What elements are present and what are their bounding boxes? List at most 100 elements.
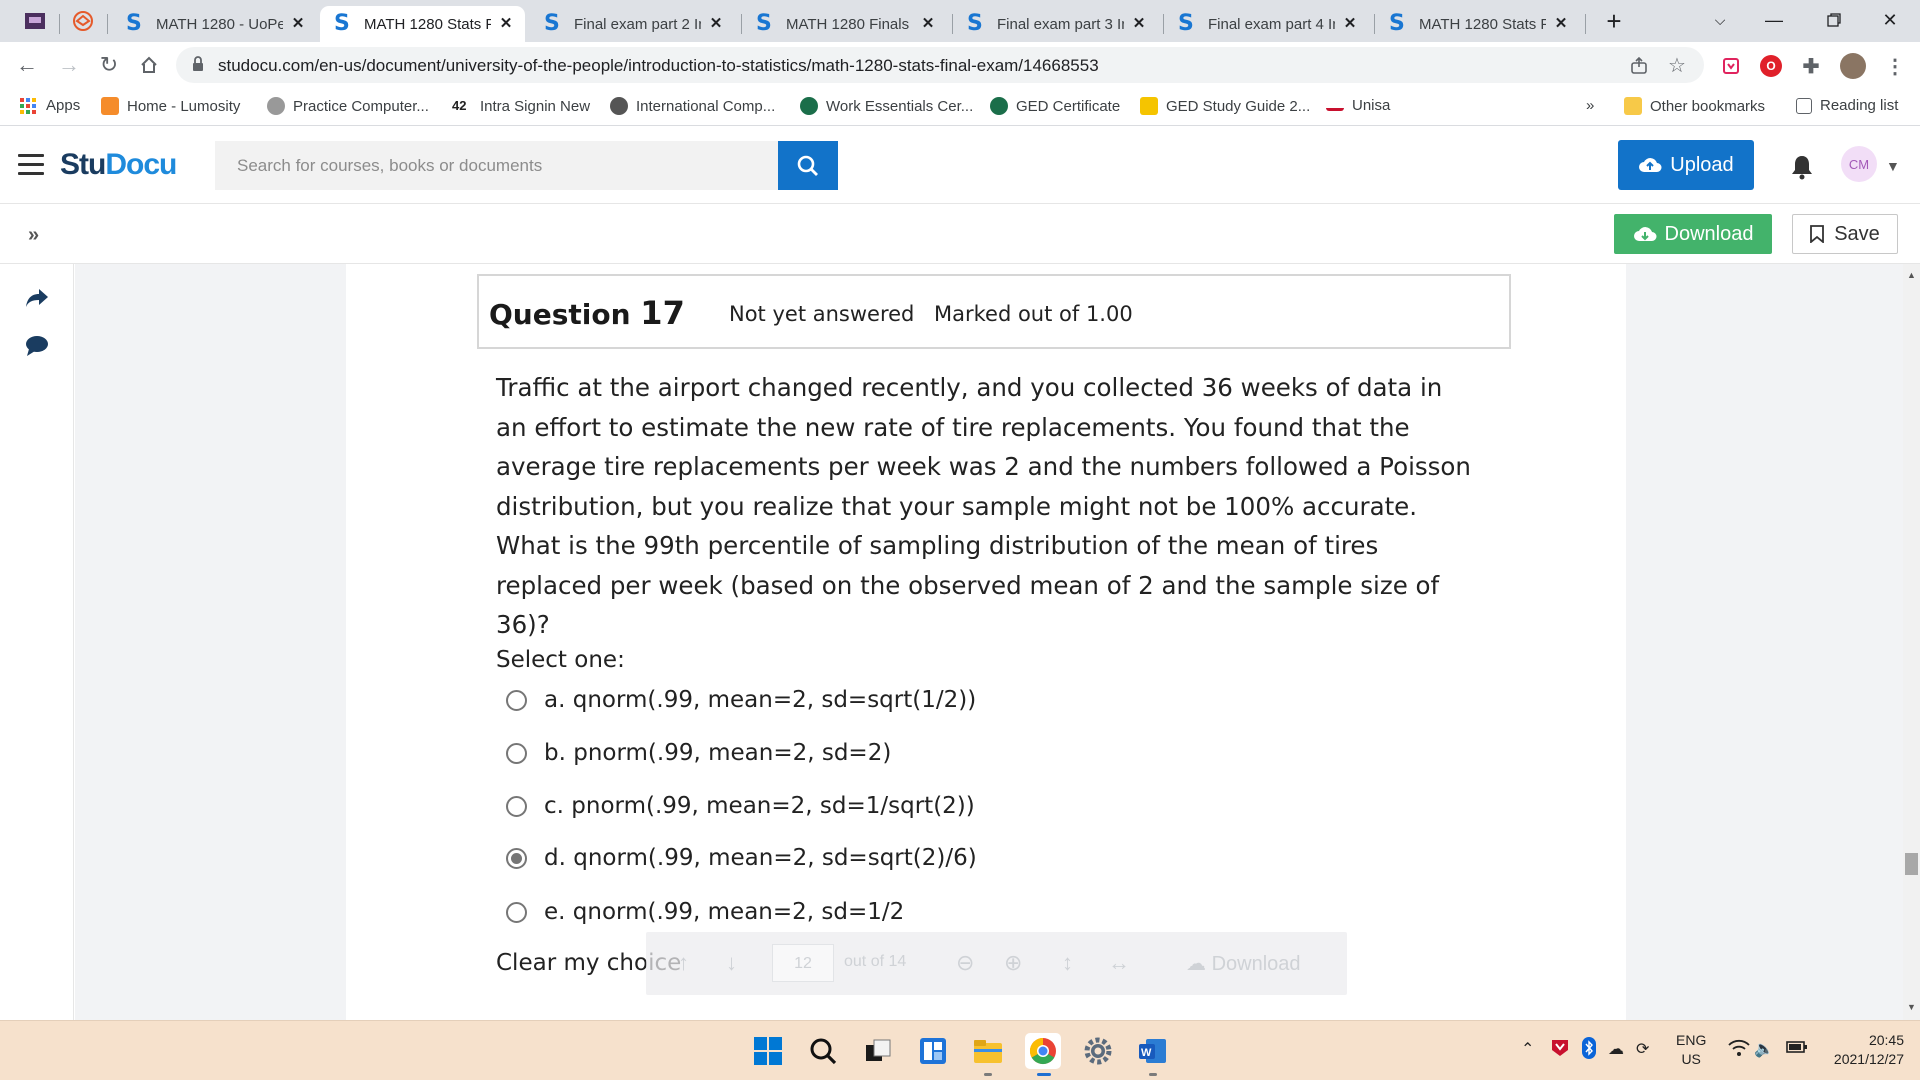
fit-width-icon[interactable]: ↔ <box>1108 950 1130 976</box>
vertical-scrollbar[interactable]: ▲ ▼ <box>1903 264 1920 1020</box>
forward-arrow-icon[interactable]: → <box>54 50 84 80</box>
download-button[interactable]: Download <box>1614 214 1772 254</box>
bookmark-international-comp[interactable]: International Comp... <box>610 97 775 115</box>
new-tab-plus-icon[interactable]: + <box>1600 8 1628 36</box>
chrome-icon[interactable] <box>1025 1033 1061 1069</box>
tab-math-1280-finals[interactable]: S MATH 1280 Finals E ✕ <box>742 6 947 42</box>
bookmarks-overflow-chevron[interactable]: » <box>1586 97 1594 114</box>
bookmark-ged-certificate[interactable]: GED Certificate <box>990 97 1120 115</box>
sync-icon[interactable]: ⟳ <box>1636 1039 1649 1059</box>
tab-final-exam-part-3[interactable]: S Final exam part 3 In ✕ <box>953 6 1158 42</box>
bookmark-intra-signin[interactable]: 42 Intra Signin New <box>452 97 590 115</box>
tab-close-icon[interactable]: ✕ <box>707 15 725 33</box>
address-bar[interactable]: studocu.com/en-us/document/university-of… <box>176 47 1704 83</box>
input-language[interactable]: ENG US <box>1676 1031 1706 1069</box>
chevron-down-icon[interactable]: ▼ <box>1886 158 1900 174</box>
wifi-icon[interactable] <box>1728 1039 1750 1062</box>
tab-final-exam-part-4[interactable]: S Final exam part 4 In ✕ <box>1164 6 1369 42</box>
search-button[interactable] <box>778 141 838 190</box>
tab-math-1280-uope[interactable]: S MATH 1280 - UoPe ✕ <box>112 6 317 42</box>
home-icon[interactable] <box>134 50 164 80</box>
tab-final-exam-part-2[interactable]: S Final exam part 2 In ✕ <box>530 6 735 42</box>
battery-icon[interactable] <box>1786 1039 1808 1060</box>
bluetooth-icon[interactable] <box>1582 1037 1596 1064</box>
restore-icon[interactable] <box>1814 6 1854 34</box>
zoom-in-icon[interactable]: ⊕ <box>1004 950 1022 976</box>
tab-close-icon[interactable]: ✕ <box>1341 15 1359 33</box>
bookmark-practice-computer[interactable]: Practice Computer... <box>267 97 429 115</box>
pinned-tab-uopeople[interactable] <box>69 8 97 34</box>
tab-close-icon[interactable]: ✕ <box>289 15 307 33</box>
page-up-arrow-icon[interactable]: ↑ <box>678 950 689 976</box>
comment-icon[interactable] <box>24 334 50 358</box>
pinned-tab-app[interactable] <box>21 8 49 34</box>
other-bookmarks[interactable]: Other bookmarks <box>1624 97 1765 115</box>
extensions-puzzle-icon[interactable]: ✚ <box>1800 55 1822 78</box>
notification-bell-icon[interactable] <box>1790 154 1814 180</box>
page-number-input[interactable]: 12 <box>772 944 834 982</box>
bookmark-lumosity[interactable]: Home - Lumosity <box>101 97 240 115</box>
tab-close-icon[interactable]: ✕ <box>919 15 937 33</box>
studocu-logo[interactable]: StuDocu <box>60 148 177 182</box>
tray-overflow-chevron-icon[interactable]: ⌃ <box>1521 1039 1534 1059</box>
tab-close-icon[interactable]: ✕ <box>1130 15 1148 33</box>
upload-button[interactable]: Upload <box>1618 140 1754 190</box>
save-button[interactable]: Save <box>1792 214 1898 254</box>
bookmark-star-icon[interactable]: ☆ <box>1664 53 1690 79</box>
bookmark-ged-study-guide[interactable]: GED Study Guide 2... <box>1140 97 1310 115</box>
hamburger-menu-icon[interactable] <box>18 154 44 175</box>
onedrive-cloud-icon[interactable]: ☁ <box>1608 1039 1624 1059</box>
answer-option-a[interactable]: a. qnorm(.99, mean=2, sd=sqrt(1/2)) <box>506 687 976 713</box>
mcafee-icon[interactable] <box>1550 1038 1570 1063</box>
radio-button[interactable] <box>506 901 527 923</box>
tab-close-icon[interactable]: ✕ <box>497 15 515 33</box>
share-arrow-icon[interactable] <box>24 286 50 310</box>
viewer-download-button[interactable]: ☁ Download <box>1186 951 1301 976</box>
answer-option-e[interactable]: e. qnorm(.99, mean=2, sd=1/2 <box>506 899 904 925</box>
tab-title: MATH 1280 Finals E <box>786 15 913 33</box>
word-icon[interactable]: W <box>1135 1033 1171 1069</box>
radio-button[interactable] <box>506 742 527 764</box>
reading-list[interactable]: Reading list <box>1796 97 1898 114</box>
windows-start-icon[interactable] <box>750 1033 786 1069</box>
radio-button-selected[interactable] <box>506 847 527 869</box>
search-input[interactable] <box>215 141 778 190</box>
extension-shield-icon[interactable] <box>1720 55 1742 77</box>
tab-search-chevron-icon[interactable]: ⌵ <box>1700 6 1740 34</box>
scroll-up-arrow-icon[interactable]: ▲ <box>1907 270 1916 280</box>
minimize-icon[interactable]: — <box>1754 6 1794 34</box>
bookmark-work-essentials[interactable]: Work Essentials Cer... <box>800 97 973 115</box>
profile-avatar-icon[interactable] <box>1840 53 1866 79</box>
reload-icon[interactable]: ↻ <box>94 50 124 80</box>
expand-sidebar-icon[interactable]: » <box>28 224 39 247</box>
task-view-icon[interactable] <box>860 1033 896 1069</box>
file-explorer-icon[interactable] <box>970 1033 1006 1069</box>
settings-gear-icon[interactable] <box>1080 1033 1116 1069</box>
taskbar-search-icon[interactable] <box>805 1033 841 1069</box>
answer-option-b[interactable]: b. pnorm(.99, mean=2, sd=2) <box>506 740 891 766</box>
scroll-down-arrow-icon[interactable]: ▼ <box>1907 1002 1916 1012</box>
volume-icon[interactable]: 🔈 <box>1754 1039 1774 1059</box>
bookmark-unisa[interactable]: Unisa <box>1326 97 1390 114</box>
opera-extension-icon[interactable]: O <box>1760 55 1782 77</box>
menu-kebab-icon[interactable]: ⋮ <box>1884 55 1906 78</box>
taskbar-clock[interactable]: 20:45 2021/12/27 <box>1818 1031 1904 1069</box>
tab-math-1280-stats-2[interactable]: S MATH 1280 Stats Fi ✕ <box>1375 6 1580 42</box>
radio-button[interactable] <box>506 689 527 711</box>
page-down-arrow-icon[interactable]: ↓ <box>726 950 737 976</box>
answer-option-d[interactable]: d. qnorm(.99, mean=2, sd=sqrt(2)/6) <box>506 845 977 871</box>
widgets-icon[interactable] <box>915 1033 951 1069</box>
clock-time: 20:45 <box>1868 1032 1904 1048</box>
radio-button[interactable] <box>506 795 527 817</box>
zoom-out-icon[interactable]: ⊖ <box>956 950 974 976</box>
tab-math-1280-stats-active[interactable]: S MATH 1280 Stats Fi ✕ <box>320 6 525 42</box>
answer-option-c[interactable]: c. pnorm(.99, mean=2, sd=1/sqrt(2)) <box>506 793 975 819</box>
tab-close-icon[interactable]: ✕ <box>1552 15 1570 33</box>
fit-height-icon[interactable]: ↕ <box>1062 950 1073 976</box>
back-arrow-icon[interactable]: ← <box>12 50 42 80</box>
close-window-icon[interactable]: ✕ <box>1870 6 1910 34</box>
bookmark-apps[interactable]: Apps <box>20 97 80 114</box>
share-icon[interactable] <box>1626 53 1652 79</box>
scrollbar-thumb[interactable] <box>1905 853 1918 875</box>
user-avatar[interactable]: CM <box>1841 146 1877 182</box>
